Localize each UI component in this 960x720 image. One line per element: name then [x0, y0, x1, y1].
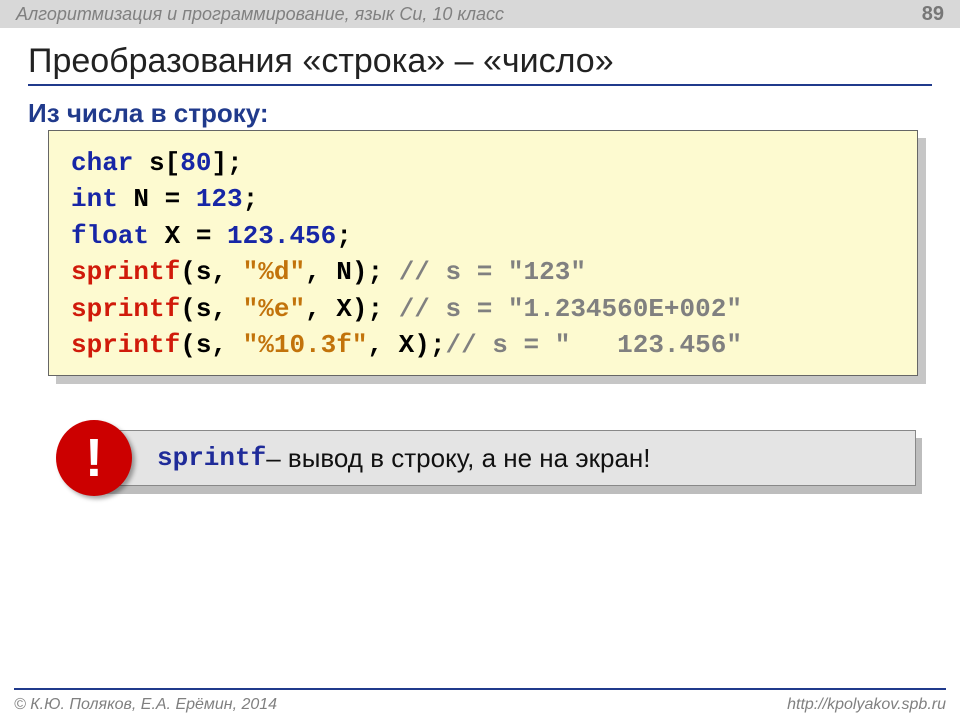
exclamation-badge: ! [56, 420, 132, 496]
code-text: N = [118, 184, 196, 214]
code-text: , X); [305, 294, 399, 324]
code-text: (s, [180, 257, 242, 287]
callout-function-name: sprintf [157, 443, 266, 473]
slide-header: Алгоритмизация и программирование, язык … [0, 0, 960, 28]
code-number: 123 [196, 184, 243, 214]
code-function: sprintf [71, 294, 180, 324]
code-function: sprintf [71, 330, 180, 360]
footer-url: http://kpolyakov.spb.ru [787, 696, 946, 714]
code-comment: // s = "1.234560E+002" [399, 294, 742, 324]
code-number: 80 [180, 148, 211, 178]
code-number: 123.456 [227, 221, 336, 251]
code-text: s[ [133, 148, 180, 178]
code-keyword: int [71, 184, 118, 214]
footer-rule [14, 688, 946, 690]
slide-title: Преобразования «строка» – «число» [28, 42, 614, 81]
code-keyword: float [71, 221, 149, 251]
code-text: ; [243, 184, 259, 214]
code-block: char s[80]; int N = 123; float X = 123.4… [48, 130, 918, 376]
code-function: sprintf [71, 257, 180, 287]
code-comment: // s = " 123.456" [445, 330, 741, 360]
page-number: 89 [922, 0, 944, 28]
code-text: X = [149, 221, 227, 251]
code-text: ; [336, 221, 352, 251]
code-string: "%10.3f" [243, 330, 368, 360]
code-text: ]; [211, 148, 242, 178]
copyright-text: © К.Ю. Поляков, Е.А. Ерёмин, 2014 [14, 696, 277, 714]
course-name: Алгоритмизация и программирование, язык … [16, 0, 504, 28]
code-keyword: char [71, 148, 133, 178]
code-text: (s, [180, 294, 242, 324]
callout-text: – вывод в строку, а не на экран! [266, 443, 650, 474]
section-subtitle: Из числа в строку: [28, 98, 269, 129]
title-underline [28, 84, 932, 86]
callout: sprintf – вывод в строку, а не на экран!… [56, 430, 918, 492]
code-string: "%d" [243, 257, 305, 287]
code-string: "%e" [243, 294, 305, 324]
code-text: , N); [305, 257, 399, 287]
slide-footer: © К.Ю. Поляков, Е.А. Ерёмин, 2014 http:/… [14, 696, 946, 714]
code-comment: // s = "123" [399, 257, 586, 287]
code-text: , X); [367, 330, 445, 360]
callout-bar: sprintf – вывод в строку, а не на экран! [100, 430, 916, 486]
code-text: (s, [180, 330, 242, 360]
